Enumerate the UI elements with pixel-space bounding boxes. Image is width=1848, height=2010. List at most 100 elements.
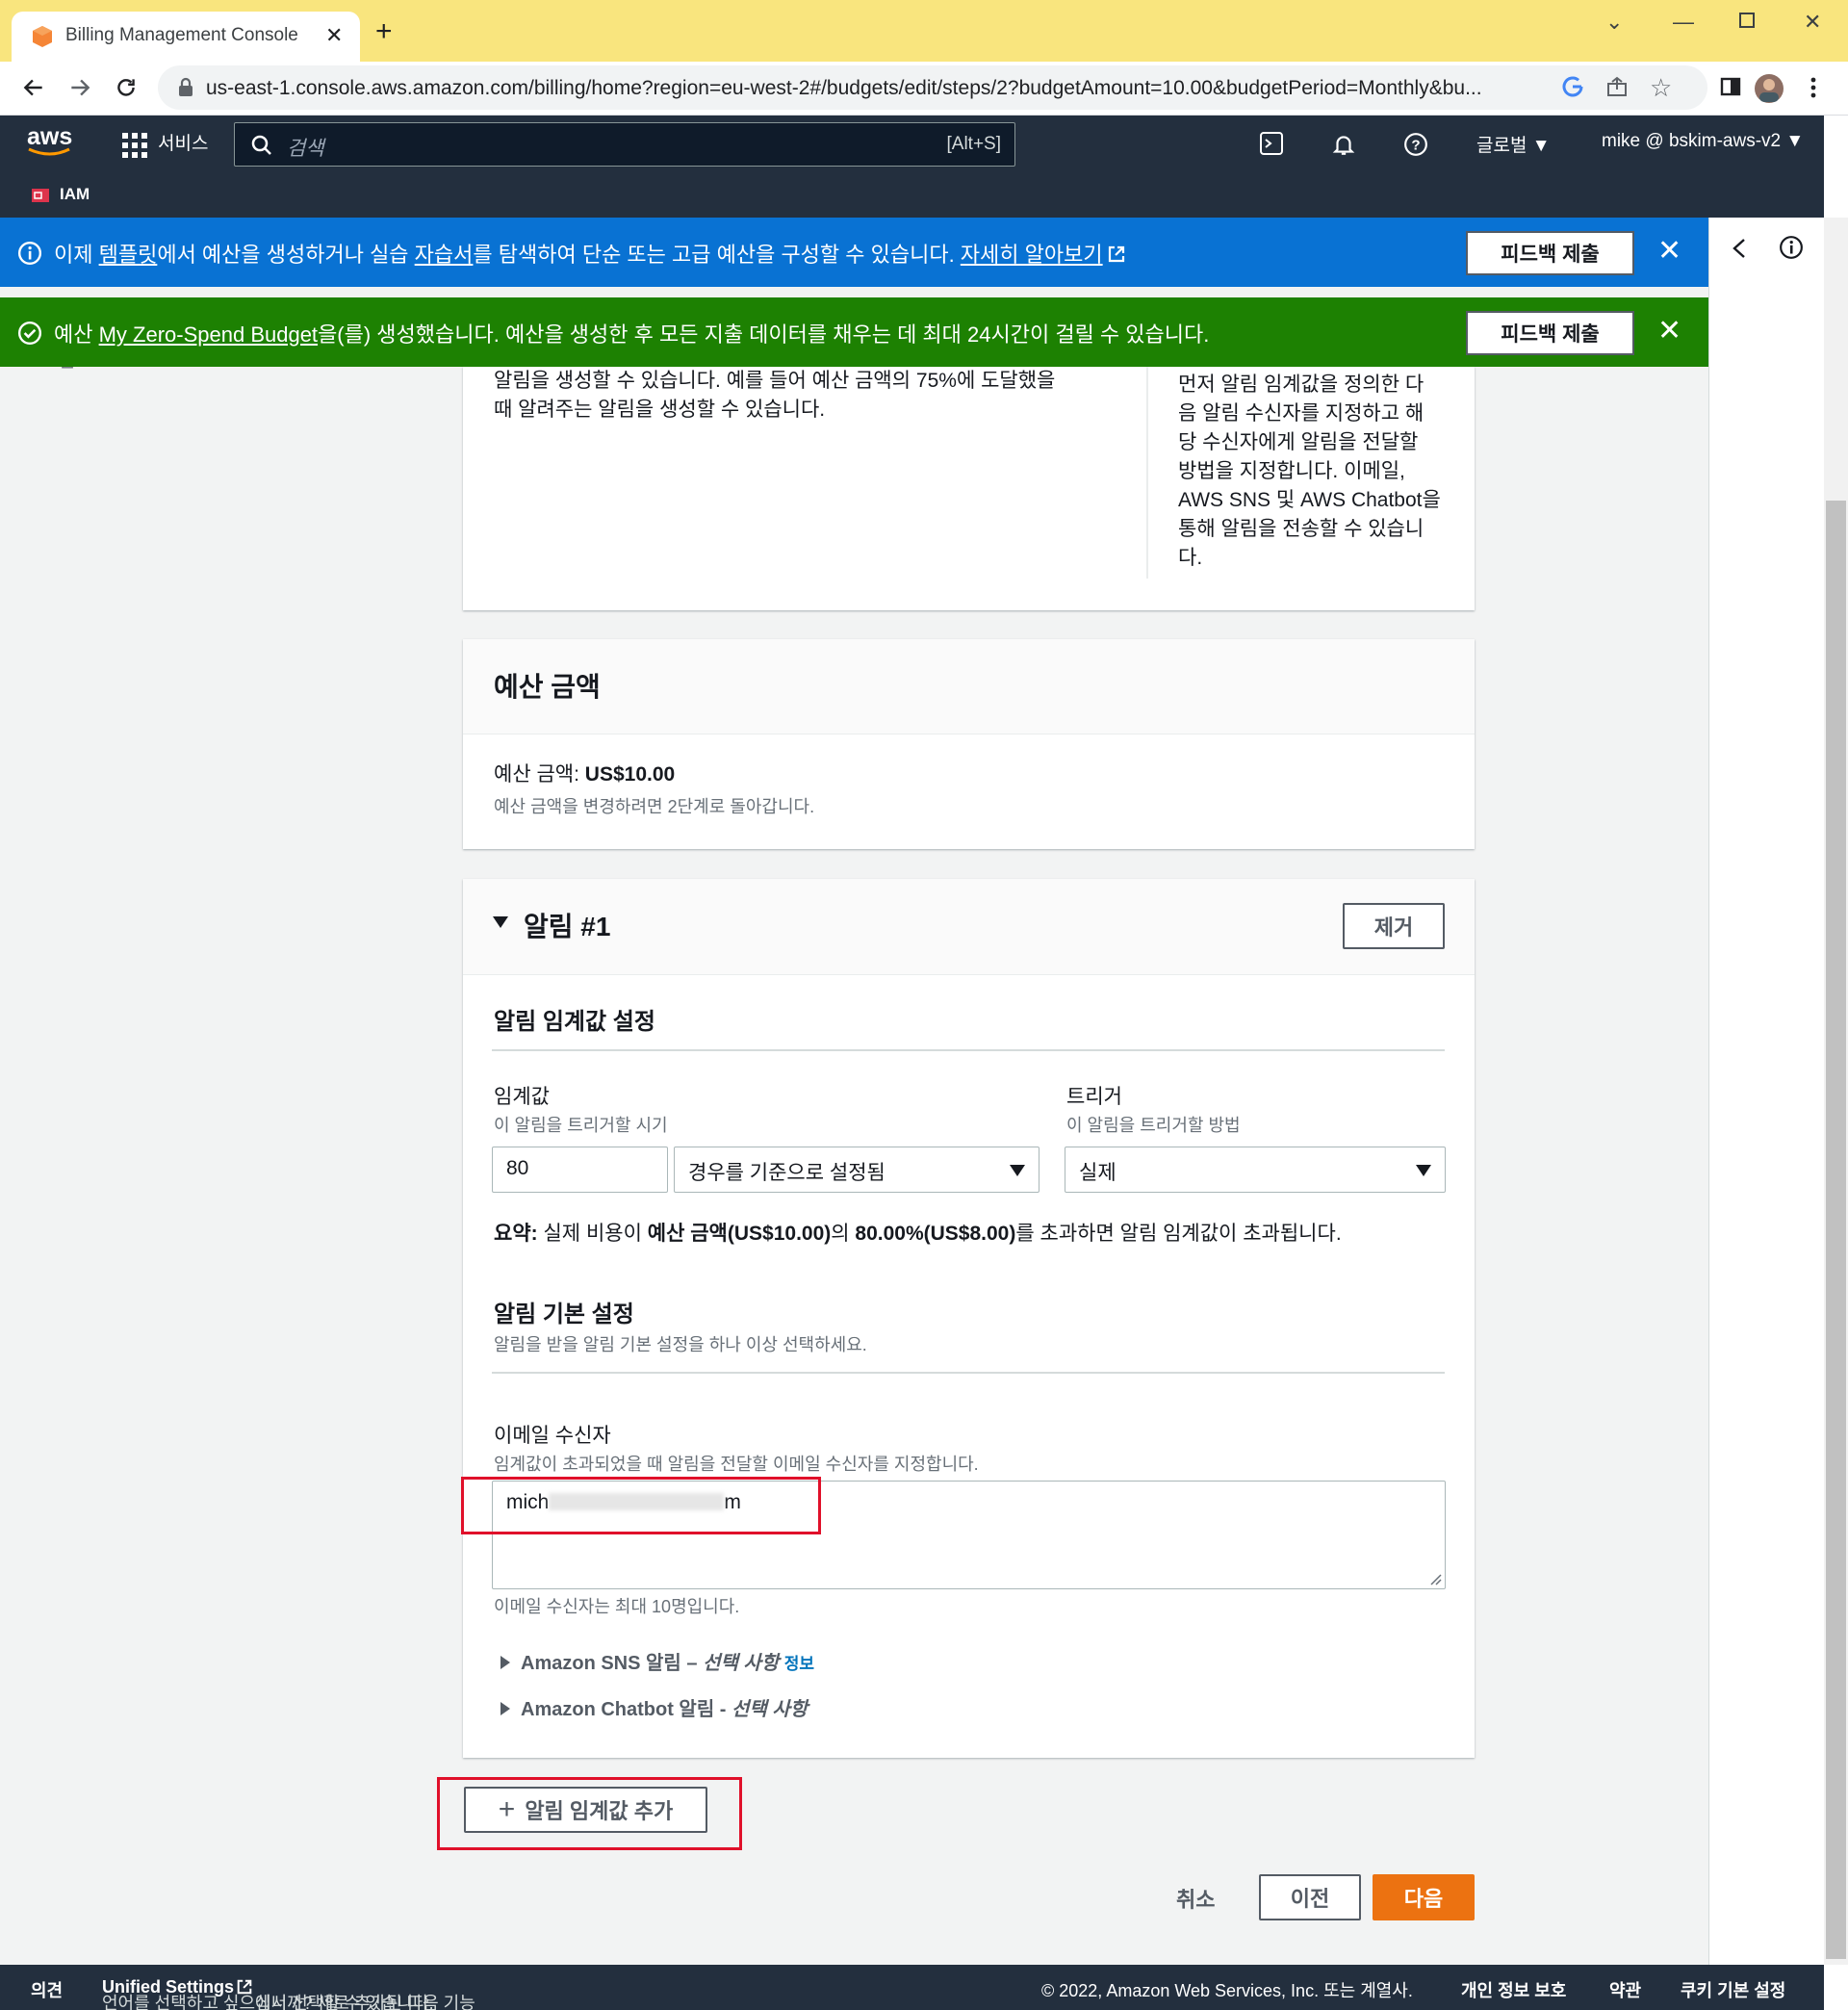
alert-title: 알림 #1	[524, 912, 611, 941]
region-selector[interactable]: 글로벌 ▼	[1476, 131, 1551, 157]
trigger-select[interactable]: 실제	[1065, 1147, 1446, 1193]
threshold-unit-select[interactable]: 경우를 기준으로 설정됨	[674, 1147, 1040, 1193]
svg-text:?: ?	[1411, 137, 1420, 153]
budget-card-header	[463, 639, 1475, 734]
aws-favicon-icon	[31, 25, 54, 48]
summary-text-1: 실제 비용이	[537, 1223, 648, 1245]
intro-text-line1: 알림을 생성할 수 있습니다. 예를 들어 예산 금액의 75%에 도달했을	[494, 370, 1056, 392]
add-threshold-highlight-box	[437, 1777, 742, 1850]
summary-text-5: 를 초과하면 알림 임계값이 초과됩니다.	[1015, 1223, 1342, 1245]
threshold-desc: 이 알림을 트리거할 시기	[494, 1116, 668, 1135]
dropdown-caret-icon	[1416, 1165, 1431, 1176]
info-panel-icon[interactable]	[1779, 235, 1804, 260]
forward-icon[interactable]	[67, 75, 92, 100]
window-close-icon[interactable]: ✕	[1804, 10, 1821, 35]
address-bar[interactable]: us-east-1.console.aws.amazon.com/billing…	[158, 65, 1707, 110]
intro-text-line2: 때 알려주는 알림을 생성할 수 있습니다.	[494, 399, 826, 421]
info-text-1: 이제	[54, 243, 99, 267]
scrollbar-thumb[interactable]	[1826, 501, 1846, 1959]
search-placeholder: 검색	[287, 138, 324, 160]
next-button[interactable]: 다음	[1373, 1874, 1475, 1920]
intro-right-line: 당 수신자에게 알림을 전달할	[1178, 431, 1419, 453]
aws-search-input[interactable]: 검색 [Alt+S]	[234, 122, 1015, 167]
help-icon[interactable]: ?	[1403, 132, 1428, 157]
templates-link[interactable]: 템플릿	[99, 243, 158, 267]
intro-right-line: 방법을 지정합니다. 이메일,	[1178, 460, 1405, 482]
remove-alert-button[interactable]: 제거	[1343, 903, 1445, 949]
resize-handle-icon[interactable]	[1430, 1574, 1442, 1585]
collapse-caret-icon[interactable]	[492, 915, 509, 929]
footer-lang-text-2: 에서 선택할 수 있습니다.	[255, 1994, 434, 2010]
learn-more-link[interactable]: 자세히 알아보기	[961, 243, 1103, 267]
budget-amount-card: 예산 금액 예산 금액: US$10.00 예산 금액을 변경하려면 2단계로 …	[463, 639, 1475, 849]
summary-budget: 예산 금액(US$10.00)	[647, 1223, 832, 1245]
flash-gap	[0, 287, 1708, 297]
info-text-3: 를 탐색하여 단순 또는 고급 예산을 구성할 수 있습니다.	[473, 243, 961, 267]
services-menu[interactable]: 서비스	[158, 129, 208, 155]
cancel-button[interactable]: 취소	[1176, 1883, 1215, 1914]
services-grid-icon[interactable]	[122, 133, 147, 158]
iam-favorite-icon	[31, 187, 50, 204]
preferences-section-title: 알림 기본 설정	[494, 1301, 634, 1327]
google-icon[interactable]	[1561, 75, 1584, 98]
footer-privacy-link[interactable]: 개인 정보 보호	[1461, 1977, 1566, 2002]
trigger-value: 실제	[1079, 1162, 1116, 1184]
preferences-desc: 알림을 받을 알림 기본 설정을 하나 이상 선택하세요.	[494, 1335, 867, 1354]
intro-right-text: 먼저 알림 임계값을 정의한 다 음 알림 수신자를 지정하고 해 당 수신자에…	[1178, 371, 1441, 573]
preferences-divider	[492, 1372, 1445, 1374]
sns-expander[interactable]: Amazon SNS 알림 – 선택 사항 정보	[500, 1647, 814, 1675]
feedback-button-success[interactable]: 피드백 제출	[1466, 311, 1634, 355]
notifications-bell-icon[interactable]	[1331, 132, 1356, 157]
info-flashbar: 이제 템플릿에서 예산을 생성하거나 실습 자습서를 탐색하여 단순 또는 고급…	[0, 218, 1708, 287]
aws-logo[interactable]: aws	[27, 123, 73, 157]
intro-right-line: 먼저 알림 임계값을 정의한 다	[1178, 374, 1424, 396]
tab-title: Billing Management Console	[65, 25, 298, 45]
budget-link[interactable]: My Zero-Spend Budget	[99, 322, 318, 347]
account-menu[interactable]: mike @ bskim-aws-v2 ▼	[1602, 131, 1804, 152]
summary-percent: 80.00%(US$8.00)	[855, 1223, 1016, 1245]
tools-panel	[1708, 218, 1824, 1965]
email-label: 이메일 수신자	[494, 1425, 611, 1447]
footer-feedback-link[interactable]: 의견	[31, 1977, 63, 2002]
back-icon[interactable]	[21, 75, 46, 100]
sns-optional: 선택 사항	[703, 1653, 780, 1674]
sns-label: Amazon SNS 알림 –	[521, 1653, 704, 1674]
expand-caret-icon	[500, 1656, 510, 1669]
threshold-divider	[492, 1049, 1445, 1051]
footer-cookies-link[interactable]: 쿠키 기본 설정	[1681, 1977, 1785, 2002]
minimize-icon[interactable]: —	[1673, 10, 1694, 35]
trigger-desc: 이 알림을 트리거할 방법	[1066, 1116, 1241, 1135]
previous-button[interactable]: 이전	[1259, 1874, 1361, 1920]
iam-favorite-link[interactable]: IAM	[60, 185, 90, 204]
tab-search-icon[interactable]: ⌄	[1605, 10, 1623, 35]
threshold-input[interactable]: 80	[492, 1147, 668, 1193]
footer-language-text: 언어를 선택하고 싶으십니까? 새로 추가된 다음 기능 Unified Sett…	[102, 1977, 475, 2010]
profile-avatar[interactable]	[1754, 73, 1784, 104]
chatbot-expander[interactable]: Amazon Chatbot 알림 - 선택 사항	[500, 1693, 808, 1721]
info-text-2: 에서 예산을 생성하거나 실습	[157, 243, 415, 267]
collapse-chevron-icon[interactable]	[1731, 237, 1748, 260]
search-shortcut: [Alt+S]	[946, 134, 1002, 154]
new-tab-icon[interactable]: +	[375, 17, 393, 46]
share-icon[interactable]	[1605, 75, 1629, 98]
dismiss-info-icon[interactable]: ✕	[1657, 237, 1681, 266]
summary-text-3: 의	[831, 1223, 856, 1245]
browser-tab[interactable]: Billing Management Console ✕	[12, 12, 360, 62]
maximize-icon[interactable]	[1738, 12, 1756, 29]
email-limit-note: 이메일 수신자는 최대 10명입니다.	[494, 1597, 740, 1616]
tab-close-icon[interactable]: ✕	[325, 23, 343, 48]
footer-terms-link[interactable]: 약관	[1609, 1977, 1641, 2002]
sns-info-link[interactable]: 정보	[784, 1655, 814, 1673]
expand-caret-icon	[500, 1702, 510, 1715]
dismiss-success-icon[interactable]: ✕	[1657, 317, 1681, 346]
chatbot-optional: 선택 사항	[732, 1699, 808, 1720]
bookmark-star-icon[interactable]: ☆	[1650, 73, 1672, 103]
tutorials-link[interactable]: 자습서	[415, 243, 474, 267]
feedback-button-info[interactable]: 피드백 제출	[1466, 231, 1634, 275]
success-text-2: 을(를) 생성했습니다. 예산을 생성한 후 모든 지출 데이터를 채우는 데 …	[318, 322, 1210, 347]
sidepanel-icon[interactable]	[1719, 75, 1742, 98]
reload-icon[interactable]	[114, 75, 139, 100]
browser-menu-icon[interactable]	[1810, 75, 1817, 100]
external-link-icon	[1108, 245, 1124, 263]
cloudshell-icon[interactable]	[1260, 132, 1283, 155]
